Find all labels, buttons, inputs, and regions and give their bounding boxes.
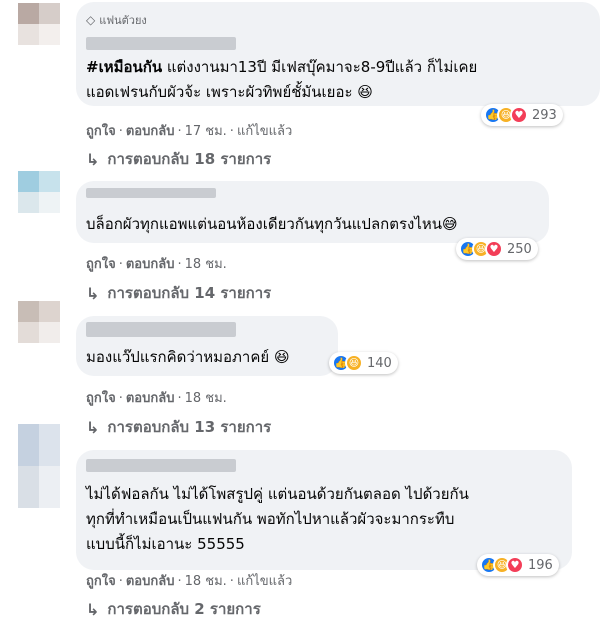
view-replies-button[interactable]: ↳ การตอบกลับ 13 รายการ [86,415,271,439]
avatar[interactable] [18,171,60,213]
comment-text: ไม่ได้ฟอลกัน ไม่ได้โพสรูปคู่ แต่นอนด้วยก… [86,482,469,557]
reaction-summary[interactable]: 👍 😆 ♥ 196 [477,554,559,576]
reply-link[interactable]: ตอบกลับ [126,124,175,139]
view-replies-button[interactable]: ↳ การตอบกลับ 18 รายการ [86,147,271,171]
heart-icon: ♥ [510,106,528,124]
reply-arrow-icon: ↳ [86,283,100,303]
commenter-name[interactable] [86,459,236,472]
fan-badge: ◇ แฟนตัวยง [86,11,147,29]
timestamp[interactable]: 17 ชม. [185,124,227,139]
edited-label: แก้ไขแล้ว [236,574,293,589]
replies-label: การตอบกลับ 13 รายการ [107,418,272,436]
like-link[interactable]: ถูกใจ [86,391,116,406]
reaction-count: 250 [507,241,532,257]
avatar[interactable] [18,3,60,45]
diamond-icon: ◇ [86,13,96,27]
timestamp[interactable]: 18 ชม. [185,574,227,589]
view-replies-button[interactable]: ↳ การตอบกลับ 14 รายการ [86,281,271,305]
comment-line: มองแว๊ปแรกคิดว่าหมอภาคย์ 😆 [86,348,290,366]
badge-label: แฟนตัวยง [99,14,147,27]
comment-line: ทุกที่ทำเหมือนเป็นแฟนกัน พอทักไปหาแล้วผั… [86,510,455,528]
reply-link[interactable]: ตอบกลับ [126,574,175,589]
reaction-summary[interactable]: 👍 😆 ♥ 293 [481,104,563,126]
comment-line: #เหมือนกัน แต่งงานมา13ปี มีเฟสบุ๊คมาจะ8-… [86,58,478,76]
reaction-count: 293 [532,107,557,123]
commenter-name[interactable] [86,322,236,337]
reply-arrow-icon: ↳ [86,149,100,169]
commenter-name[interactable] [86,37,236,50]
avatar[interactable] [18,301,60,343]
comment-actions: ถูกใจ · ตอบกลับ · 18 ชม. [86,391,227,406]
commenter-name[interactable] [86,188,216,198]
view-replies-button[interactable]: ↳ การตอบกลับ 2 รายการ [86,597,261,621]
comment-actions: ถูกใจ · ตอบกลับ · 17 ชม. · แก้ไขแล้ว [86,124,293,139]
comment-line: แอดเฟรนกับผัวจ้ะ เพราะผัวทิพย์ชั้มันเยอะ… [86,83,373,101]
timestamp[interactable]: 18 ชม. [185,257,227,272]
replies-label: การตอบกลับ 2 รายการ [107,600,261,618]
reaction-count: 140 [367,355,392,371]
like-link[interactable]: ถูกใจ [86,257,116,272]
timestamp[interactable]: 18 ชม. [185,391,227,406]
heart-icon: ♥ [485,240,503,258]
comment-text: #เหมือนกัน แต่งงานมา13ปี มีเฟสบุ๊คมาจะ8-… [86,55,477,105]
reply-arrow-icon: ↳ [86,599,100,619]
comment-actions: ถูกใจ · ตอบกลับ · 18 ชม. [86,257,227,272]
comment-line: ไม่ได้ฟอลกัน ไม่ได้โพสรูปคู่ แต่นอนด้วยก… [86,485,469,503]
reply-arrow-icon: ↳ [86,417,100,437]
edited-label: แก้ไขแล้ว [236,124,293,139]
like-link[interactable]: ถูกใจ [86,574,116,589]
reply-link[interactable]: ตอบกลับ [126,257,175,272]
like-link[interactable]: ถูกใจ [86,124,116,139]
comment-text: บล็อกผัวทุกแอพแต่นอนห้องเดียวกันทุกวันแป… [86,212,458,237]
reaction-count: 196 [528,557,553,573]
replies-label: การตอบกลับ 14 รายการ [107,284,272,302]
avatar[interactable] [18,424,60,508]
comment-line: แบบนี้ก็ไม่เอานะ 55555 [86,535,245,553]
reaction-summary[interactable]: 👍 😆 ♥ 250 [456,238,538,260]
comment-line: บล็อกผัวทุกแอพแต่นอนห้องเดียวกันทุกวันแป… [86,215,458,233]
replies-label: การตอบกลับ 18 รายการ [107,150,272,168]
comment-actions: ถูกใจ · ตอบกลับ · 18 ชม. · แก้ไขแล้ว [86,574,293,589]
heart-icon: ♥ [506,556,524,574]
laughing-face-icon: 😆 [345,354,363,372]
reply-link[interactable]: ตอบกลับ [126,391,175,406]
reaction-summary[interactable]: 👍 😆 140 [329,352,398,374]
comment-text: มองแว๊ปแรกคิดว่าหมอภาคย์ 😆 [86,345,290,370]
